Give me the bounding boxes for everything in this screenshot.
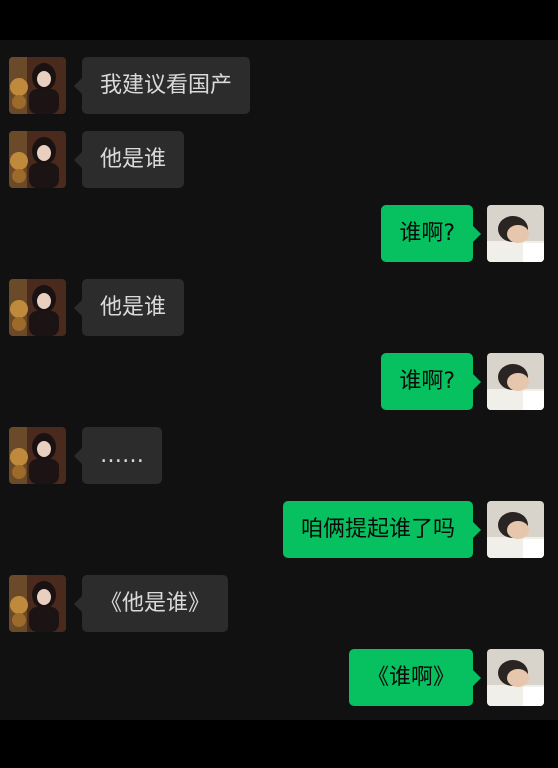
outgoing-message-bubble[interactable]: 咱俩提起谁了吗 (282, 501, 482, 558)
incoming-message-bubble[interactable]: 《他是谁》 (73, 575, 229, 632)
input-bar-area (0, 720, 558, 768)
contact-avatar[interactable] (9, 131, 66, 188)
contact-avatar[interactable] (9, 575, 66, 632)
message-row-outgoing: 咱俩提起谁了吗 (0, 501, 558, 559)
message-row-incoming: 他是谁 (0, 131, 558, 189)
contact-avatar[interactable] (9, 57, 66, 114)
message-row-outgoing: 《谁啊》 (0, 649, 558, 707)
message-row-incoming: …… (0, 427, 558, 485)
chat-message-list[interactable]: 我建议看国产 他是谁 谁啊? 他是谁 谁啊? …… 咱俩提起谁了吗 《他是谁》 … (0, 40, 558, 720)
contact-avatar[interactable] (9, 427, 66, 484)
outgoing-message-bubble[interactable]: 《谁啊》 (348, 649, 482, 706)
message-row-outgoing: 谁啊? (0, 353, 558, 411)
user-avatar[interactable] (487, 501, 544, 558)
incoming-message-bubble[interactable]: …… (74, 427, 162, 484)
outgoing-message-bubble[interactable]: 谁啊? (381, 205, 481, 262)
incoming-message-bubble[interactable]: 他是谁 (73, 279, 185, 336)
status-bar-area (0, 0, 558, 40)
user-avatar[interactable] (487, 353, 544, 410)
contact-avatar[interactable] (9, 279, 66, 336)
message-row-incoming: 《他是谁》 (0, 575, 558, 633)
message-row-incoming: 他是谁 (0, 279, 558, 337)
incoming-message-bubble[interactable]: 他是谁 (73, 131, 185, 188)
user-avatar[interactable] (487, 649, 544, 706)
outgoing-message-bubble[interactable]: 谁啊? (381, 353, 481, 410)
user-avatar[interactable] (487, 205, 544, 262)
incoming-message-bubble[interactable]: 我建议看国产 (73, 57, 251, 114)
message-row-outgoing: 谁啊? (0, 205, 558, 263)
message-row-incoming: 我建议看国产 (0, 57, 558, 115)
